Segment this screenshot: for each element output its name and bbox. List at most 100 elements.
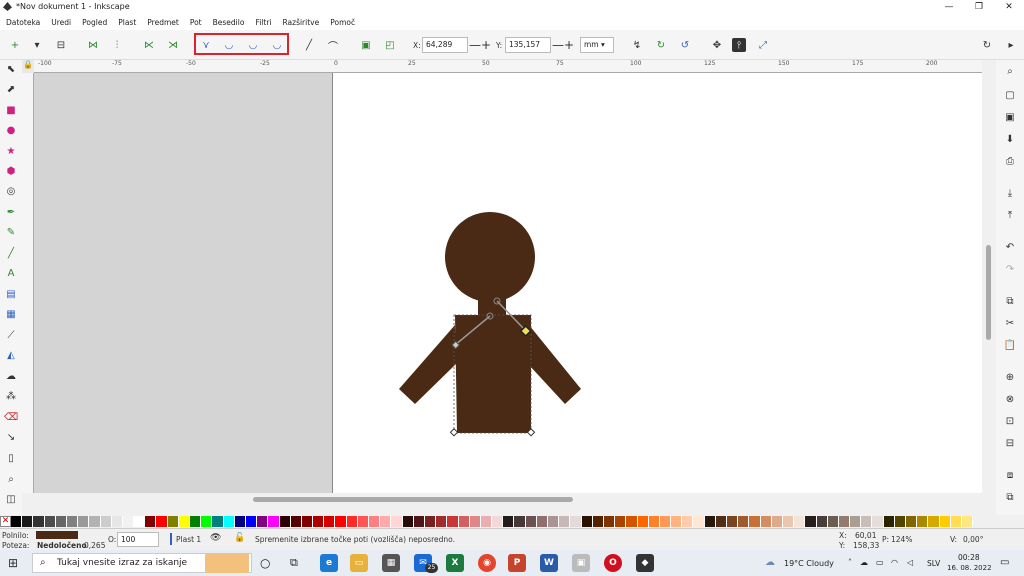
zoom-page-width-icon[interactable]: ⊟ xyxy=(1003,436,1017,450)
color-swatch[interactable] xyxy=(626,516,638,527)
object-to-path-icon[interactable]: ▣ xyxy=(359,38,373,52)
measure-tool-icon[interactable]: ▯ xyxy=(4,451,18,465)
figure-left-arm[interactable] xyxy=(399,325,457,404)
color-swatch[interactable] xyxy=(727,516,739,527)
word-icon[interactable]: W xyxy=(540,554,558,572)
color-swatch[interactable] xyxy=(346,516,358,527)
color-swatch[interactable] xyxy=(100,516,112,527)
color-swatch[interactable] xyxy=(906,516,918,527)
color-swatch[interactable] xyxy=(536,516,548,527)
ellipse-tool-icon[interactable]: ● xyxy=(4,123,18,137)
color-swatch[interactable] xyxy=(570,516,582,527)
color-swatch[interactable] xyxy=(190,516,202,527)
delete-segment-icon[interactable]: ⋊ xyxy=(166,38,180,52)
copy-icon[interactable]: ⧉ xyxy=(1003,294,1017,308)
menu-text[interactable]: Besedilo xyxy=(213,18,245,27)
color-swatch[interactable] xyxy=(827,516,839,527)
color-swatch[interactable] xyxy=(357,516,369,527)
color-swatch[interactable] xyxy=(682,516,694,527)
eraser-tool-icon[interactable]: ⌫ xyxy=(4,410,18,424)
y-field[interactable]: 135,157 xyxy=(505,37,551,53)
segment-line-icon[interactable]: ╱ xyxy=(302,38,316,52)
color-swatch[interactable] xyxy=(659,516,672,527)
y-decrement-button[interactable]: — xyxy=(552,37,564,53)
x-field[interactable]: 64,289 xyxy=(422,37,468,53)
menu-layer[interactable]: Plast xyxy=(118,18,136,27)
color-swatch[interactable] xyxy=(167,516,179,527)
color-swatch[interactable] xyxy=(671,516,683,527)
color-swatch[interactable] xyxy=(178,516,190,527)
weather-text[interactable]: 19°C Cloudy xyxy=(784,559,834,568)
color-swatch[interactable] xyxy=(212,516,224,527)
color-swatch[interactable] xyxy=(961,516,974,527)
paste-icon[interactable]: 📋 xyxy=(1003,338,1017,352)
color-swatch[interactable] xyxy=(637,516,649,527)
stroke-to-path-icon[interactable]: ◰ xyxy=(383,38,397,52)
open-document-icon[interactable]: ▣ xyxy=(1003,110,1017,124)
color-swatch[interactable] xyxy=(749,516,761,527)
opera-icon[interactable]: O xyxy=(604,554,622,572)
fill-indicator[interactable] xyxy=(36,531,78,539)
show-transform-handles-icon[interactable]: ✥ xyxy=(710,38,724,52)
segment-curve-icon[interactable]: ⌒ xyxy=(326,38,340,53)
path-node[interactable] xyxy=(449,428,459,437)
color-swatch[interactable] xyxy=(928,516,940,527)
language-indicator[interactable]: SLV xyxy=(927,559,940,568)
color-swatch[interactable] xyxy=(615,516,627,527)
color-swatch[interactable] xyxy=(492,516,504,527)
snap-options-icon[interactable]: ▸ xyxy=(1004,38,1018,52)
excel-icon[interactable]: X xyxy=(446,554,464,572)
network-icon[interactable]: ▭ xyxy=(876,558,884,567)
layer-lock-icon[interactable]: 🔓 xyxy=(234,533,245,543)
rectangle-tool-icon[interactable]: ■ xyxy=(4,103,18,117)
color-swatch[interactable] xyxy=(805,516,817,527)
minimize-button[interactable]: — xyxy=(934,0,964,14)
color-swatch[interactable] xyxy=(44,516,56,527)
canvas[interactable] xyxy=(34,73,982,493)
color-swatch[interactable] xyxy=(290,516,302,527)
tweak-tool-icon[interactable]: ☁ xyxy=(4,369,18,383)
windows-start-icon[interactable]: ⊞ xyxy=(8,556,22,570)
snap-toggle-icon[interactable]: ↻ xyxy=(980,38,994,52)
color-swatch[interactable] xyxy=(525,516,537,527)
color-swatch[interactable] xyxy=(939,516,951,527)
cut-icon[interactable]: ✂ xyxy=(1003,316,1017,330)
spray-tool-icon[interactable]: ⁂ xyxy=(4,389,18,403)
clone-icon[interactable]: ⧉ xyxy=(1003,490,1017,504)
save-document-icon[interactable]: ⬇ xyxy=(1003,132,1017,146)
color-swatch[interactable] xyxy=(111,516,123,527)
selector-tool-icon[interactable]: ⬉ xyxy=(4,62,18,76)
lock-guides-icon[interactable]: 🔒 xyxy=(22,60,34,73)
delete-node-icon[interactable]: ⊟ xyxy=(54,38,68,52)
color-swatch[interactable] xyxy=(816,516,828,527)
color-swatch[interactable] xyxy=(738,516,750,527)
color-swatch[interactable] xyxy=(78,516,90,527)
3d-box-tool-icon[interactable]: ⬢ xyxy=(4,164,18,178)
menu-edit[interactable]: Uredi xyxy=(51,18,71,27)
color-swatch[interactable] xyxy=(894,516,906,527)
unit-select[interactable]: mm ▾ xyxy=(580,37,614,53)
color-swatch[interactable] xyxy=(760,516,772,527)
join-nodes-icon[interactable]: ⋈ xyxy=(86,38,100,52)
menu-object[interactable]: Predmet xyxy=(147,18,179,27)
color-swatch[interactable] xyxy=(313,516,325,527)
color-swatch[interactable] xyxy=(223,516,235,527)
join-segment-icon[interactable]: ⋉ xyxy=(142,38,156,52)
color-swatch[interactable] xyxy=(335,516,347,527)
zoom-page-fit-icon[interactable]: ⊡ xyxy=(1003,414,1017,428)
vertical-scroll-thumb[interactable] xyxy=(986,245,991,340)
color-swatch[interactable] xyxy=(66,516,79,527)
y-increment-button[interactable]: + xyxy=(564,37,574,53)
x-increment-button[interactable]: + xyxy=(481,37,491,53)
color-swatch[interactable] xyxy=(581,516,593,527)
color-swatch[interactable] xyxy=(301,516,314,527)
menu-help[interactable]: Pomoč xyxy=(330,18,355,27)
color-swatch[interactable] xyxy=(324,516,336,527)
opacity-field[interactable]: 100 xyxy=(117,532,159,547)
wifi-icon[interactable]: ◠ xyxy=(891,558,898,567)
dropper-tool-icon[interactable]: ⟋ xyxy=(4,328,18,342)
calligraphy-tool-icon[interactable]: ╱ xyxy=(4,246,18,260)
color-swatch[interactable] xyxy=(11,516,23,527)
color-swatch[interactable] xyxy=(145,516,157,527)
color-swatch[interactable] xyxy=(413,516,425,527)
